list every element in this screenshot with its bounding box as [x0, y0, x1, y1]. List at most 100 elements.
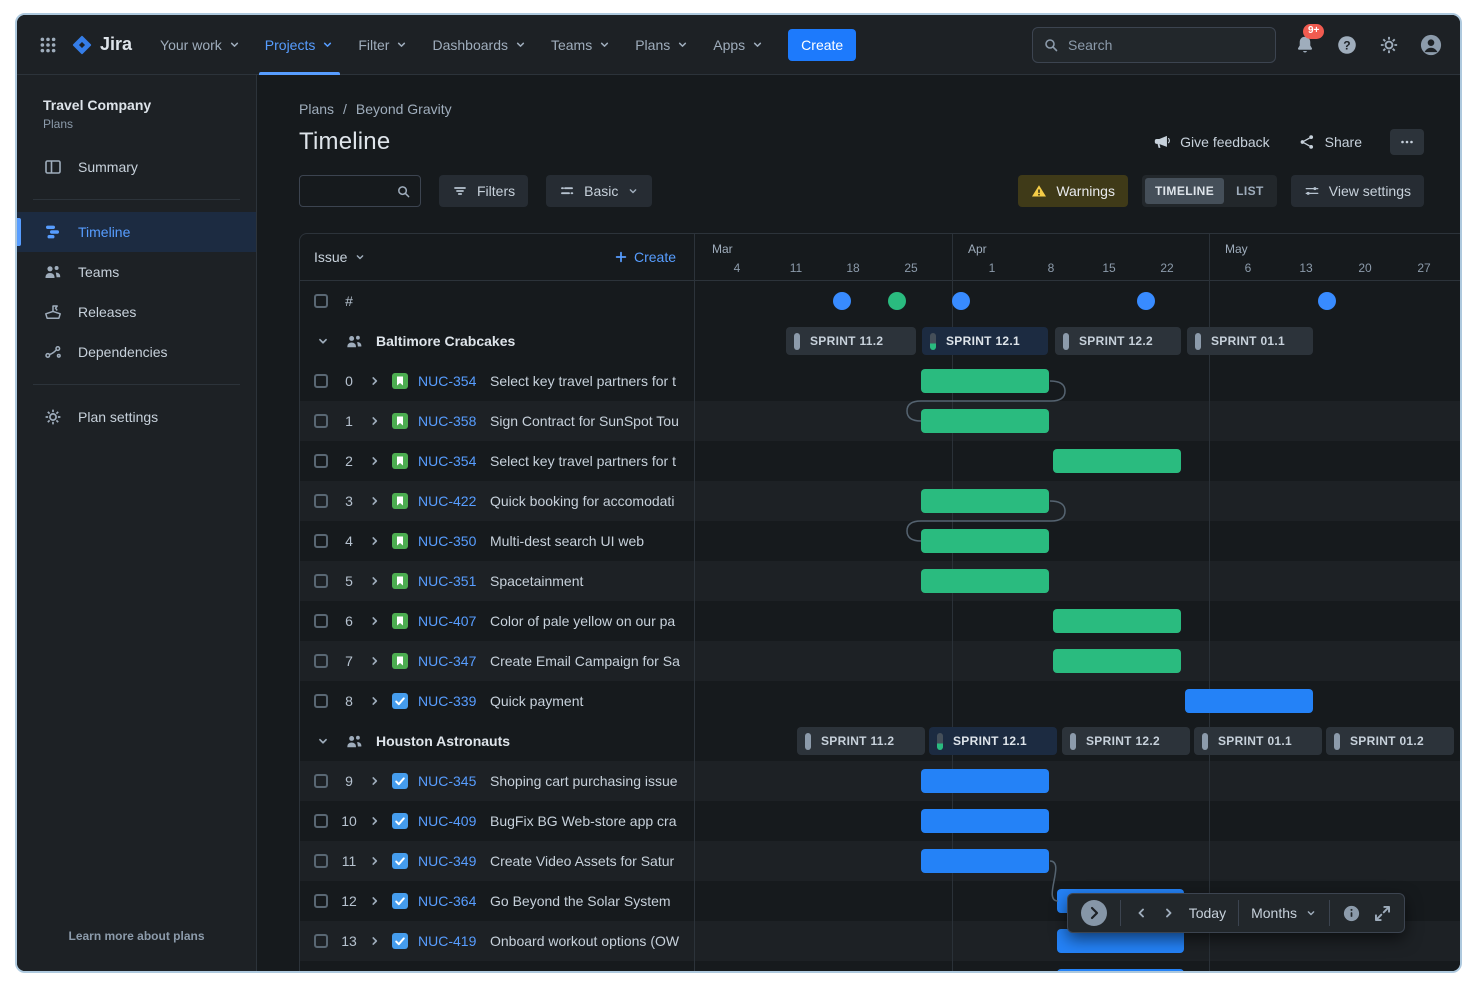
expand-row-icon[interactable]	[368, 774, 382, 788]
scroll-left-button[interactable]	[1133, 905, 1149, 921]
sprint-bar[interactable]: SPRINT 01.1	[1187, 327, 1313, 355]
timeline-search-input[interactable]	[309, 183, 390, 199]
schedule-bar[interactable]	[921, 529, 1049, 553]
expand-row-icon[interactable]	[368, 574, 382, 588]
create-issue-button[interactable]: Create	[614, 249, 676, 265]
issue-key-link[interactable]: NUC-347	[418, 653, 480, 669]
schedule-bar[interactable]	[921, 849, 1049, 873]
timeline-search[interactable]	[299, 175, 421, 207]
nav-item-apps[interactable]: Apps	[701, 15, 776, 75]
row-checkbox[interactable]	[314, 454, 328, 468]
issue-key-link[interactable]: NUC-419	[418, 933, 480, 949]
create-button[interactable]: Create	[788, 29, 856, 61]
sidebar-item-dependencies[interactable]: Dependencies	[17, 332, 256, 372]
row-checkbox[interactable]	[314, 654, 328, 668]
expand-row-icon[interactable]	[368, 814, 382, 828]
issue-key-link[interactable]: NUC-422	[418, 493, 480, 509]
sprint-bar[interactable]: SPRINT 11.2	[786, 327, 916, 355]
more-actions-button[interactable]	[1390, 129, 1424, 155]
schedule-bar[interactable]	[1053, 449, 1181, 473]
toggle-list[interactable]: LIST	[1226, 178, 1274, 204]
nav-item-teams[interactable]: Teams	[539, 15, 623, 75]
schedule-bar[interactable]	[1053, 609, 1181, 633]
issue-key-link[interactable]: NUC-358	[418, 413, 480, 429]
row-checkbox[interactable]	[314, 414, 328, 428]
global-search[interactable]	[1032, 27, 1276, 63]
expand-row-icon[interactable]	[368, 614, 382, 628]
fullscreen-button[interactable]	[1373, 904, 1392, 923]
release-marker[interactable]	[1137, 292, 1155, 310]
scroll-right-button[interactable]	[1161, 905, 1177, 921]
breadcrumb-plans[interactable]: Plans	[299, 101, 334, 117]
issue-key-link[interactable]: NUC-339	[418, 693, 480, 709]
issue-key-link[interactable]: NUC-349	[418, 853, 480, 869]
sidebar-item-summary[interactable]: Summary	[17, 147, 256, 187]
expand-row-icon[interactable]	[368, 934, 382, 948]
issue-key-link[interactable]: NUC-351	[418, 573, 480, 589]
issue-key-link[interactable]: NUC-350	[418, 533, 480, 549]
warnings-button[interactable]: Warnings	[1018, 175, 1128, 207]
schedule-bar[interactable]	[921, 569, 1049, 593]
expand-row-icon[interactable]	[368, 534, 382, 548]
nav-item-plans[interactable]: Plans	[623, 15, 701, 75]
info-button[interactable]	[1342, 904, 1361, 923]
release-marker[interactable]	[833, 292, 851, 310]
release-marker[interactable]	[888, 292, 906, 310]
sidebar-item-teams[interactable]: Teams	[17, 252, 256, 292]
row-checkbox[interactable]	[314, 494, 328, 508]
sidebar-item-releases[interactable]: Releases	[17, 292, 256, 332]
issue-header-label[interactable]: Issue	[314, 249, 347, 265]
search-input[interactable]	[1068, 37, 1265, 53]
schedule-bar[interactable]	[921, 489, 1049, 513]
nav-item-projects[interactable]: Projects	[253, 15, 347, 75]
expand-row-icon[interactable]	[368, 374, 382, 388]
issue-key-link[interactable]: NUC-354	[418, 453, 480, 469]
release-marker[interactable]	[952, 292, 970, 310]
nav-item-dashboards[interactable]: Dashboards	[420, 15, 539, 75]
breadcrumb-plan-name[interactable]: Beyond Gravity	[356, 101, 452, 117]
learn-more-link[interactable]: Learn more about plans	[17, 929, 256, 943]
schedule-bar[interactable]	[921, 409, 1049, 433]
notifications-button[interactable]: 9+	[1292, 32, 1318, 58]
expand-row-icon[interactable]	[368, 894, 382, 908]
sprint-bar[interactable]: SPRINT 12.1	[922, 327, 1048, 355]
profile-button[interactable]	[1418, 32, 1444, 58]
row-checkbox[interactable]	[314, 774, 328, 788]
expand-row-icon[interactable]	[368, 694, 382, 708]
schedule-bar[interactable]	[921, 809, 1049, 833]
sprint-bar[interactable]: SPRINT 12.1	[929, 727, 1057, 755]
sprint-bar[interactable]: SPRINT 12.2	[1062, 727, 1190, 755]
help-button[interactable]: ?	[1334, 32, 1360, 58]
row-checkbox[interactable]	[314, 294, 328, 308]
row-checkbox[interactable]	[314, 814, 328, 828]
sidebar-item-plan-settings[interactable]: Plan settings	[17, 397, 256, 437]
basic-view-dropdown[interactable]: Basic	[546, 175, 652, 207]
sprint-bar[interactable]: SPRINT 01.1	[1194, 727, 1322, 755]
zoom-level-dropdown[interactable]: Months	[1251, 905, 1317, 921]
today-button[interactable]: Today	[1189, 905, 1226, 921]
row-checkbox[interactable]	[314, 614, 328, 628]
issue-key-link[interactable]: NUC-364	[418, 893, 480, 909]
schedule-bar[interactable]	[1185, 689, 1313, 713]
schedule-bar[interactable]	[921, 769, 1049, 793]
expand-row-icon[interactable]	[368, 454, 382, 468]
share-button[interactable]: Share	[1298, 133, 1362, 151]
row-checkbox[interactable]	[314, 694, 328, 708]
jira-logo[interactable]: Jira	[63, 34, 142, 56]
issue-key-link[interactable]: NUC-409	[418, 813, 480, 829]
sprint-bar[interactable]: SPRINT 11.2	[797, 727, 925, 755]
view-settings-button[interactable]: View settings	[1291, 175, 1424, 207]
row-checkbox[interactable]	[314, 374, 328, 388]
row-checkbox[interactable]	[314, 894, 328, 908]
settings-button[interactable]	[1376, 32, 1402, 58]
row-checkbox[interactable]	[314, 934, 328, 948]
row-checkbox[interactable]	[314, 534, 328, 548]
expand-row-icon[interactable]	[368, 494, 382, 508]
row-checkbox[interactable]	[314, 854, 328, 868]
schedule-bar[interactable]	[1053, 649, 1181, 673]
issue-key-link[interactable]: NUC-345	[418, 773, 480, 789]
app-switcher-icon[interactable]	[33, 30, 63, 60]
nav-item-filter[interactable]: Filter	[346, 15, 420, 75]
toggle-timeline[interactable]: TIMELINE	[1145, 178, 1224, 204]
issue-key-link[interactable]: NUC-354	[418, 373, 480, 389]
